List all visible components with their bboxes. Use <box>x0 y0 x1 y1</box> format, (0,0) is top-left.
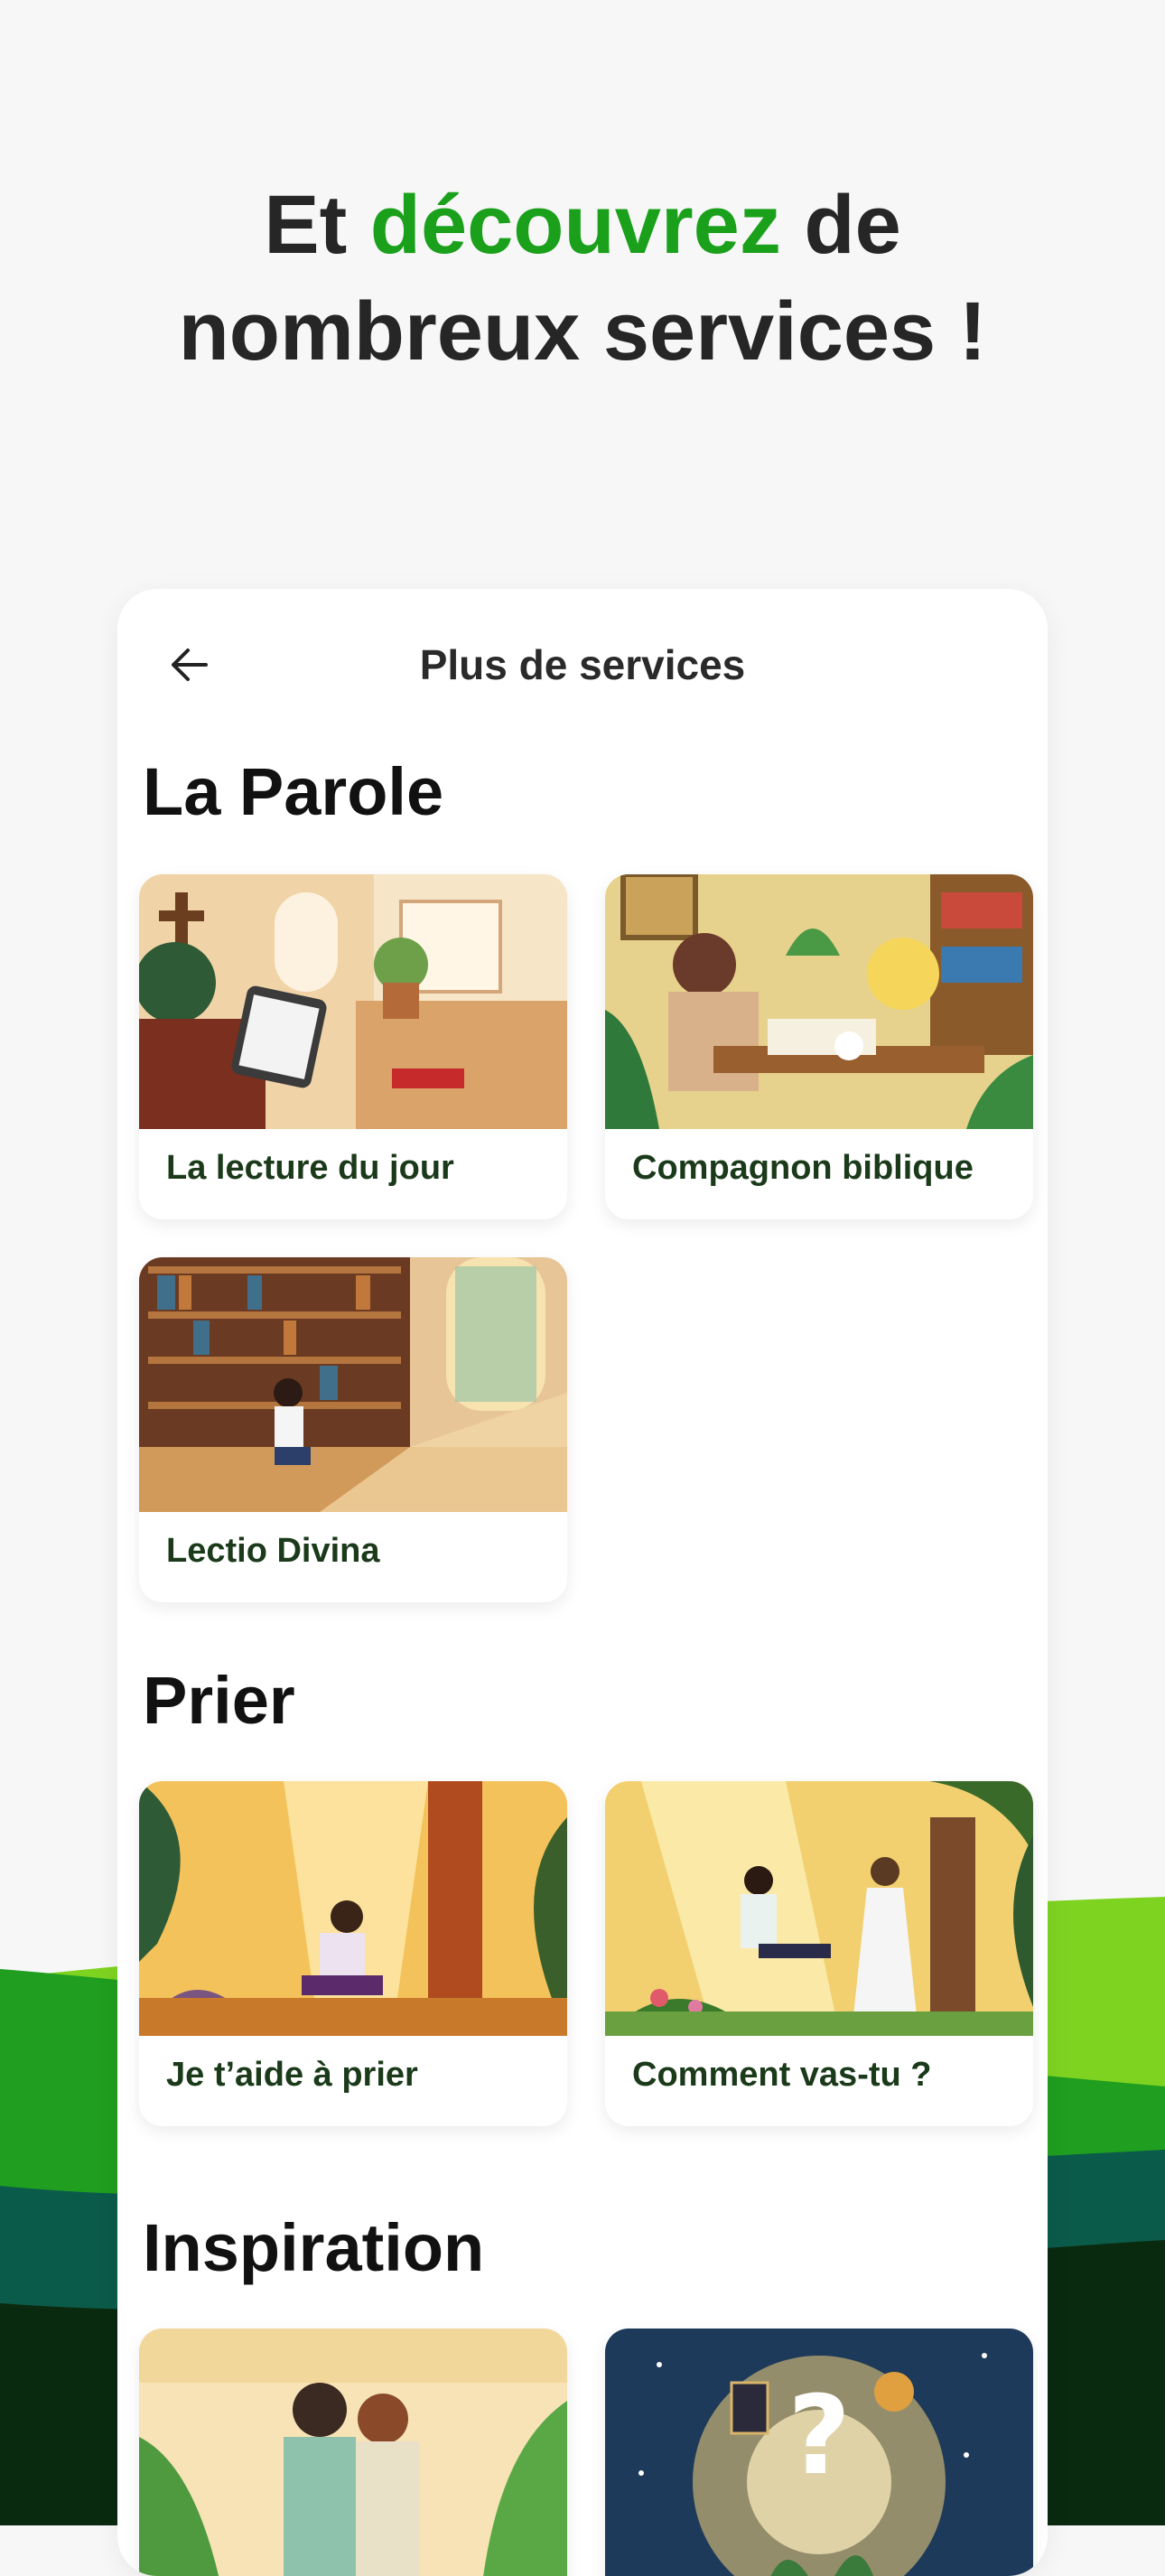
page-title: Plus de services <box>419 641 746 688</box>
card-illustration <box>139 1781 567 2036</box>
card-lectio-divina[interactable]: Lectio Divina <box>139 1257 567 1602</box>
card-illustration <box>605 874 1033 1129</box>
svg-text:?: ? <box>788 2374 851 2499</box>
headline-accent: découvrez <box>369 179 781 271</box>
card-illustration <box>605 1781 1033 2036</box>
headline-prefix: Et <box>264 179 370 271</box>
headline-line2: nombreux services ! <box>178 285 987 378</box>
card-la-lecture-du-jour[interactable]: La lecture du jour <box>139 874 567 1219</box>
section-title-la-parole: La Parole <box>143 754 444 829</box>
card-label: Compagnon biblique <box>632 1149 974 1187</box>
card-label: Lectio Divina <box>166 1532 380 1570</box>
card-inspiration-1[interactable] <box>139 2329 567 2576</box>
headline-suffix: de <box>780 179 901 271</box>
card-compagnon-biblique[interactable]: Compagnon biblique <box>605 874 1033 1219</box>
section-title-prier: Prier <box>143 1663 295 1738</box>
phone-screen: Plus de services La Parole La lecture du… <box>117 589 1048 2576</box>
card-je-t-aide-a-prier[interactable]: Je t’aide à prier <box>139 1781 567 2126</box>
card-illustration <box>139 1257 567 1512</box>
card-illustration <box>139 874 567 1129</box>
promo-headline: Et découvrez de nombreux services ! <box>0 172 1165 385</box>
card-comment-vas-tu[interactable]: Comment vas-tu ? <box>605 1781 1033 2126</box>
section-title-inspiration: Inspiration <box>143 2210 485 2285</box>
card-label: Comment vas-tu ? <box>632 2056 932 2094</box>
card-label: Je t’aide à prier <box>166 2056 418 2094</box>
card-label: La lecture du jour <box>166 1149 454 1187</box>
card-illustration: ? <box>605 2329 1033 2576</box>
card-inspiration-2[interactable]: ? <box>605 2329 1033 2576</box>
top-bar: Plus de services <box>117 589 1048 733</box>
card-illustration <box>139 2329 567 2576</box>
